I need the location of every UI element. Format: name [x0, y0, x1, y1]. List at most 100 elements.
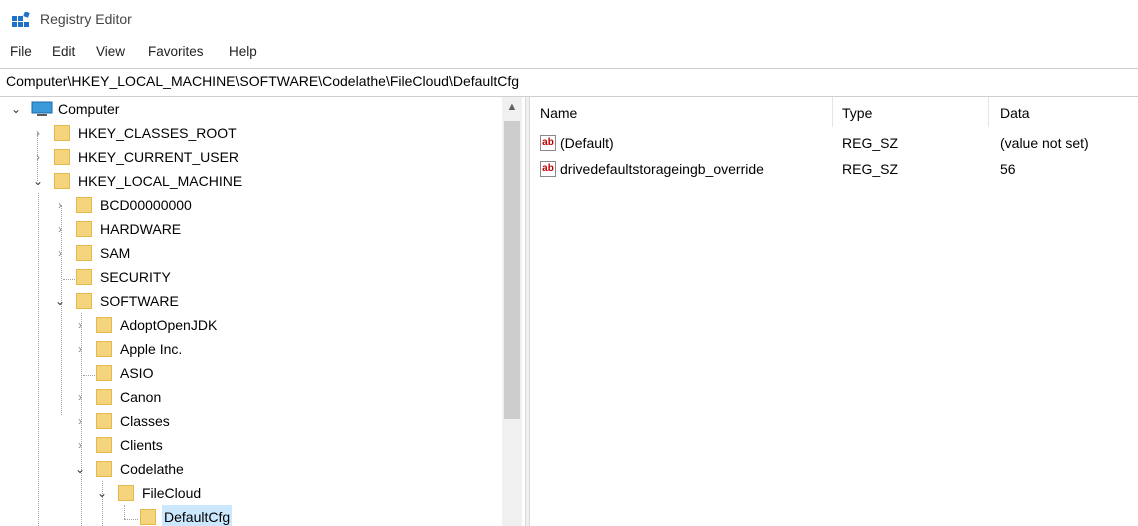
string-value-icon: ab [540, 161, 556, 177]
tree-label: HARDWARE [100, 221, 182, 237]
chevron-right-icon[interactable]: › [32, 145, 44, 169]
tree-label: SECURITY [100, 269, 171, 285]
folder-icon [96, 413, 112, 429]
tree-item-codelathe[interactable]: ⌄ Codelathe [0, 457, 500, 481]
menu-edit[interactable]: Edit [50, 44, 77, 59]
folder-icon [140, 509, 156, 525]
address-bar[interactable]: Computer\HKEY_LOCAL_MACHINE\SOFTWARE\Cod… [0, 68, 1138, 97]
tree-item-hardware[interactable]: › HARDWARE [0, 217, 500, 241]
menu-bar: File Edit View Favorites Help [0, 42, 1138, 64]
scroll-up-icon[interactable]: ▲ [502, 97, 522, 117]
column-separator[interactable] [988, 97, 989, 127]
value-row-override[interactable]: ab drivedefaultstorageingb_override REG_… [530, 157, 1138, 181]
value-data: 56 [1000, 161, 1016, 177]
tree-item-filecloud[interactable]: ⌄ FileCloud [0, 481, 500, 505]
tree-label: BCD00000000 [100, 197, 192, 213]
chevron-right-icon[interactable]: › [54, 217, 66, 241]
computer-icon [31, 101, 53, 116]
tree-item-software[interactable]: ⌄ SOFTWARE [0, 289, 500, 313]
tree-item-asio[interactable]: ASIO [0, 361, 500, 385]
tree-label: SOFTWARE [100, 293, 179, 309]
chevron-down-icon[interactable]: ⌄ [54, 289, 66, 313]
chevron-right-icon[interactable]: › [32, 121, 44, 145]
tree-item-computer[interactable]: ⌄ Computer [0, 97, 500, 121]
tree-label: DefaultCfg [162, 505, 233, 526]
folder-icon [54, 149, 70, 165]
folder-icon [96, 365, 112, 381]
folder-icon [76, 269, 92, 285]
tree-item-defaultcfg[interactable]: DefaultCfg [0, 505, 500, 526]
folder-icon [76, 197, 92, 213]
menu-help[interactable]: Help [227, 44, 259, 59]
value-name: (Default) [560, 135, 614, 151]
chevron-right-icon[interactable]: › [74, 313, 86, 337]
address-path[interactable]: Computer\HKEY_LOCAL_MACHINE\SOFTWARE\Cod… [6, 73, 519, 89]
tree-label: Codelathe [120, 461, 184, 477]
menu-favorites[interactable]: Favorites [146, 44, 206, 59]
tree-item-canon[interactable]: › Canon [0, 385, 500, 409]
tree-item-adoptopenjdk[interactable]: › AdoptOpenJDK [0, 313, 500, 337]
key-tree-pane[interactable]: ⌄ Computer › HKEY_CLASSES_ROOT › HKEY_CU… [0, 97, 525, 526]
tree-label: FileCloud [142, 485, 202, 501]
value-type: REG_SZ [842, 135, 899, 151]
window-title: Registry Editor [40, 11, 132, 27]
registry-editor-icon [12, 12, 30, 27]
tree-label: ASIO [120, 365, 154, 381]
tree-item-classes[interactable]: › Classes [0, 409, 500, 433]
chevron-right-icon[interactable]: › [74, 337, 86, 361]
folder-icon [96, 437, 112, 453]
column-header-type[interactable]: Type [842, 105, 872, 121]
chevron-right-icon[interactable]: › [74, 385, 86, 409]
values-list-pane[interactable]: Name Type Data ab (Default) REG_SZ (valu… [530, 97, 1138, 526]
folder-icon [76, 221, 92, 237]
tree-item-hkey-local-machine[interactable]: ⌄ HKEY_LOCAL_MACHINE [0, 169, 500, 193]
tree-label: HKEY_LOCAL_MACHINE [78, 173, 243, 189]
folder-icon [118, 485, 134, 501]
chevron-right-icon[interactable]: › [54, 241, 66, 265]
chevron-right-icon[interactable]: › [74, 433, 86, 457]
string-value-icon: ab [540, 135, 556, 151]
chevron-down-icon[interactable]: ⌄ [96, 481, 108, 505]
column-separator[interactable] [832, 97, 833, 127]
tree-item-sam[interactable]: › SAM [0, 241, 500, 265]
menu-file[interactable]: File [8, 44, 34, 59]
tree-item-clients[interactable]: › Clients [0, 433, 500, 457]
column-header-data[interactable]: Data [1000, 105, 1030, 121]
chevron-right-icon[interactable]: › [74, 409, 86, 433]
tree-label: SAM [100, 245, 131, 261]
chevron-down-icon[interactable]: ⌄ [10, 97, 22, 121]
tree-label: Classes [120, 413, 170, 429]
folder-icon [54, 125, 70, 141]
chevron-down-icon[interactable]: ⌄ [74, 457, 86, 481]
value-row-default[interactable]: ab (Default) REG_SZ (value not set) [530, 131, 1138, 155]
tree-scrollbar[interactable]: ▲ [502, 97, 522, 526]
tree-item-security[interactable]: SECURITY [0, 265, 500, 289]
tree-label: Canon [120, 389, 162, 405]
folder-icon [96, 389, 112, 405]
folder-icon [96, 461, 112, 477]
tree-label: HKEY_CURRENT_USER [78, 149, 240, 165]
folder-icon [54, 173, 70, 189]
scrollbar-thumb[interactable] [504, 121, 520, 419]
tree-item-apple-inc[interactable]: › Apple Inc. [0, 337, 500, 361]
tree-item-hkey-classes-root[interactable]: › HKEY_CLASSES_ROOT [0, 121, 500, 145]
tree-label: Clients [120, 437, 163, 453]
folder-icon [76, 293, 92, 309]
column-header-name[interactable]: Name [540, 105, 577, 121]
tree-item-hkey-current-user[interactable]: › HKEY_CURRENT_USER [0, 145, 500, 169]
tree-label: Apple Inc. [120, 341, 183, 357]
value-data: (value not set) [1000, 135, 1089, 151]
menu-view[interactable]: View [94, 44, 127, 59]
tree-label: AdoptOpenJDK [120, 317, 218, 333]
chevron-right-icon[interactable]: › [54, 193, 66, 217]
value-name: drivedefaultstorageingb_override [560, 161, 764, 177]
folder-icon [96, 317, 112, 333]
tree-item-bcd[interactable]: › BCD00000000 [0, 193, 500, 217]
folder-icon [96, 341, 112, 357]
tree-label: HKEY_CLASSES_ROOT [78, 125, 237, 141]
chevron-down-icon[interactable]: ⌄ [32, 169, 44, 193]
tree-label: Computer [58, 101, 120, 117]
folder-icon [76, 245, 92, 261]
value-type: REG_SZ [842, 161, 899, 177]
title-bar: Registry Editor [0, 0, 1138, 40]
